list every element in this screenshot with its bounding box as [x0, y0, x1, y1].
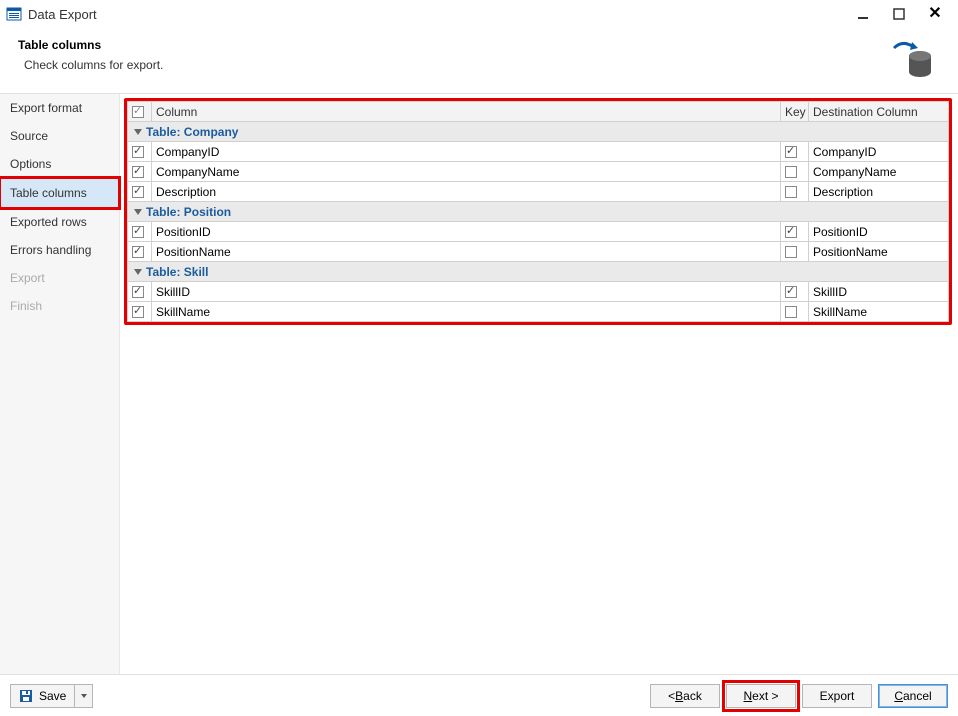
column-name: CompanyID [152, 142, 781, 162]
destination-column[interactable]: PositionName [809, 242, 949, 262]
row-include-cell[interactable] [128, 162, 152, 182]
column-name: PositionName [152, 242, 781, 262]
header-column[interactable]: Column [152, 102, 781, 122]
row-include-cell[interactable] [128, 142, 152, 162]
row-include-cell[interactable] [128, 282, 152, 302]
table-group-header[interactable]: Table: Skill [128, 262, 949, 282]
destination-column[interactable]: CompanyName [809, 162, 949, 182]
checkbox[interactable] [785, 146, 797, 158]
checkbox[interactable] [132, 146, 144, 158]
chevron-down-icon [81, 694, 87, 698]
footer-bar: Save < Back Next > Export Cancel [0, 674, 958, 716]
save-button[interactable]: Save [10, 684, 75, 708]
sidebar-item-options[interactable]: Options [0, 150, 119, 178]
row-key-cell[interactable] [781, 222, 809, 242]
sidebar-item-export: Export [0, 264, 119, 292]
main-area: Export formatSourceOptionsTable columnsE… [0, 93, 958, 674]
collapse-icon [134, 209, 142, 215]
sidebar-item-errors-handling[interactable]: Errors handling [0, 236, 119, 264]
columns-table-highlight: ColumnKeyDestination ColumnTable: Compan… [124, 98, 952, 325]
checkbox[interactable] [785, 246, 797, 258]
save-dropdown-button[interactable] [75, 684, 93, 708]
checkbox[interactable] [132, 166, 144, 178]
table-row[interactable]: CompanyName CompanyName [128, 162, 949, 182]
checkbox[interactable] [132, 286, 144, 298]
destination-column[interactable]: PositionID [809, 222, 949, 242]
checkbox[interactable] [132, 106, 144, 118]
save-icon [19, 689, 33, 703]
header-select-all[interactable] [128, 102, 152, 122]
row-key-cell[interactable] [781, 142, 809, 162]
cancel-button[interactable]: Cancel [878, 684, 948, 708]
row-key-cell[interactable] [781, 302, 809, 322]
content-pane: ColumnKeyDestination ColumnTable: Compan… [120, 94, 958, 674]
window-controls: ✕ [854, 5, 952, 23]
table-row[interactable]: PositionID PositionID [128, 222, 949, 242]
checkbox[interactable] [785, 286, 797, 298]
table-row[interactable]: CompanyID CompanyID [128, 142, 949, 162]
destination-column[interactable]: SkillName [809, 302, 949, 322]
header-key[interactable]: Key [781, 102, 809, 122]
table-group-header[interactable]: Table: Company [128, 122, 949, 142]
save-split-button: Save [10, 684, 93, 708]
column-name: Description [152, 182, 781, 202]
checkbox[interactable] [785, 186, 797, 198]
destination-column[interactable]: SkillID [809, 282, 949, 302]
close-button[interactable]: ✕ [926, 5, 944, 23]
header-destination[interactable]: Destination Column [809, 102, 949, 122]
table-row[interactable]: SkillID SkillID [128, 282, 949, 302]
page-title: Table columns [18, 38, 163, 52]
checkbox[interactable] [132, 226, 144, 238]
app-icon [6, 6, 22, 22]
row-include-cell[interactable] [128, 182, 152, 202]
checkbox[interactable] [132, 306, 144, 318]
page-subtitle: Check columns for export. [18, 58, 163, 72]
table-row[interactable]: PositionName PositionName [128, 242, 949, 262]
table-row[interactable]: SkillName SkillName [128, 302, 949, 322]
column-name: SkillID [152, 282, 781, 302]
titlebar: Data Export ✕ [0, 0, 958, 28]
column-name: SkillName [152, 302, 781, 322]
window-title: Data Export [28, 7, 97, 22]
next-button[interactable]: Next > [726, 684, 796, 708]
page-header: Table columns Check columns for export. [0, 28, 958, 93]
table-group-header[interactable]: Table: Position [128, 202, 949, 222]
sidebar-item-table-columns[interactable]: Table columns [0, 178, 119, 208]
row-key-cell[interactable] [781, 162, 809, 182]
checkbox[interactable] [785, 226, 797, 238]
row-key-cell[interactable] [781, 242, 809, 262]
sidebar-item-export-format[interactable]: Export format [0, 94, 119, 122]
export-db-icon [890, 38, 934, 85]
row-key-cell[interactable] [781, 282, 809, 302]
collapse-icon [134, 129, 142, 135]
checkbox[interactable] [785, 306, 797, 318]
table-row[interactable]: Description Description [128, 182, 949, 202]
maximize-button[interactable] [890, 5, 908, 23]
checkbox[interactable] [132, 186, 144, 198]
columns-table[interactable]: ColumnKeyDestination ColumnTable: Compan… [127, 101, 949, 322]
sidebar-item-source[interactable]: Source [0, 122, 119, 150]
checkbox[interactable] [132, 246, 144, 258]
save-label: Save [39, 689, 66, 703]
row-include-cell[interactable] [128, 222, 152, 242]
checkbox[interactable] [785, 166, 797, 178]
destination-column[interactable]: CompanyID [809, 142, 949, 162]
sidebar-item-finish: Finish [0, 292, 119, 320]
export-button[interactable]: Export [802, 684, 872, 708]
column-name: CompanyName [152, 162, 781, 182]
row-include-cell[interactable] [128, 242, 152, 262]
row-include-cell[interactable] [128, 302, 152, 322]
back-button[interactable]: < Back [650, 684, 720, 708]
column-name: PositionID [152, 222, 781, 242]
row-key-cell[interactable] [781, 182, 809, 202]
collapse-icon [134, 269, 142, 275]
minimize-button[interactable] [854, 5, 872, 23]
sidebar-item-exported-rows[interactable]: Exported rows [0, 208, 119, 236]
destination-column[interactable]: Description [809, 182, 949, 202]
wizard-sidebar: Export formatSourceOptionsTable columnsE… [0, 94, 120, 674]
